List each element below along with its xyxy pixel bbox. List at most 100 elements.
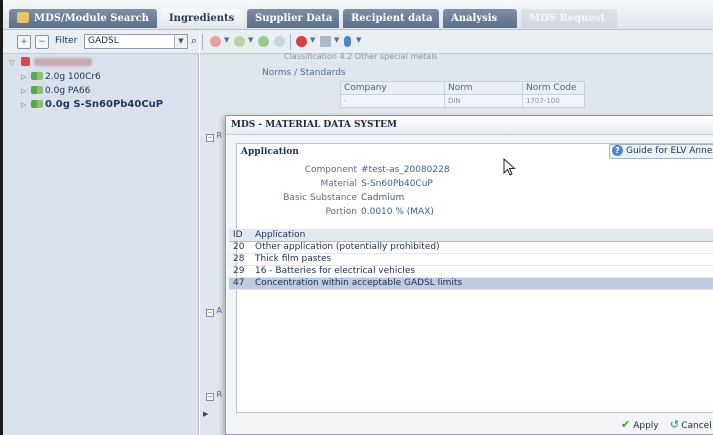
tab-bar: MDS/Module Search Ingredients Supplier D… xyxy=(3,0,713,30)
table-row[interactable]: 28 Thick film pastes xyxy=(229,253,713,266)
filter-value: GADSL xyxy=(88,36,119,46)
application-table: ID Application 20 Other application (pot… xyxy=(229,229,713,290)
row-id: 28 xyxy=(229,253,251,266)
tree-item-label: 0.0g S-Sn60Pb40CuP xyxy=(45,99,164,110)
tab-ingredients[interactable]: Ingredients xyxy=(161,9,243,28)
panel-resize-handle[interactable]: ▶ xyxy=(203,410,208,418)
table-row[interactable]: - DIN 1707-100 xyxy=(340,94,585,108)
collapse-icon: − xyxy=(206,393,214,401)
column-header-application[interactable]: Application xyxy=(251,229,713,242)
chevron-down-icon[interactable]: ▼ xyxy=(310,36,315,44)
tab-supplier-data[interactable]: Supplier Data xyxy=(247,9,339,28)
collapsed-arrow-icon[interactable]: ▷ xyxy=(21,84,31,98)
filter-label: Filter xyxy=(55,36,78,46)
collapsed-arrow-icon[interactable]: ▷ xyxy=(21,98,31,112)
delete-icon[interactable] xyxy=(210,36,221,47)
material-icon xyxy=(31,72,43,80)
column-header: Norm xyxy=(444,81,523,95)
guide-label: Guide for ELV Annex II xyxy=(626,146,713,156)
tab-label: Ingredients xyxy=(169,13,235,24)
tab-label: Analysis xyxy=(451,13,498,24)
help-icon: ? xyxy=(612,145,623,156)
cancel-button[interactable]: ↺ Cancel xyxy=(670,418,712,431)
stop-icon[interactable] xyxy=(296,36,307,47)
ingredients-tree-panel: + − Filter GADSL ▼ ⌕ ▽ ▷ 2.0g 100Cr6 ▷ 0.0… xyxy=(3,30,199,435)
tree-item-selected[interactable]: ▷ 0.0g S-Sn60Pb40CuP xyxy=(9,98,197,112)
tab-analysis[interactable]: Analysis xyxy=(443,9,517,28)
chevron-down-icon[interactable]: ▼ xyxy=(224,36,229,44)
tree-item[interactable]: ▷ 0.0g PA66 xyxy=(9,84,197,98)
dialog-title: MDS - MATERIAL DATA SYSTEM xyxy=(226,116,713,135)
chevron-down-icon[interactable]: ▼ xyxy=(334,36,339,44)
redacted-label xyxy=(34,58,92,66)
chevron-down-icon[interactable]: ▼ xyxy=(356,36,361,44)
tree-item-label: 0.0g PA66 xyxy=(45,86,91,96)
mds-dialog: MDS - MATERIAL DATA SYSTEM Application ?… xyxy=(225,115,713,435)
chevron-down-icon[interactable]: ▼ xyxy=(248,36,253,44)
row-application: 16 - Batteries for electrical vehicles xyxy=(251,265,713,278)
apply-button[interactable]: ✔ Apply xyxy=(621,418,659,431)
row-application: Thick film pastes xyxy=(251,253,713,266)
table-header-row: Company Norm Norm Code xyxy=(340,81,585,95)
material-icon xyxy=(31,100,43,108)
table-cell: 1707-100 xyxy=(522,94,585,108)
copy-icon[interactable] xyxy=(320,36,331,47)
ingredients-tree: ▽ ▷ 2.0g 100Cr6 ▷ 0.0g PA66 ▷ 0.0g S-Sn60Pb… xyxy=(9,56,197,112)
field-value: Cadmium xyxy=(361,193,405,203)
classification-text: Classification 4.2 Other special metals xyxy=(284,52,438,61)
collapse-icon: − xyxy=(206,134,214,142)
mouse-cursor-icon xyxy=(503,158,516,176)
chevron-down-icon: ▼ xyxy=(174,35,187,48)
field-label: Portion xyxy=(325,207,357,217)
tab-label: MDS Request xyxy=(529,13,605,24)
app-window: MDS/Module Search Ingredients Supplier D… xyxy=(0,0,713,435)
search-icon[interactable]: ⌕ xyxy=(191,34,197,48)
tree-root[interactable]: ▽ xyxy=(9,56,197,70)
guide-elv-annex-button[interactable]: ?Guide for ELV Annex II xyxy=(609,144,713,159)
column-header: Company xyxy=(340,81,445,95)
toolbar-separator xyxy=(290,34,291,50)
field-label: Component xyxy=(304,165,357,175)
collapse-all-button[interactable]: − xyxy=(35,35,49,49)
application-section: Application ?Guide for ELV Annex II Comp… xyxy=(229,143,713,413)
collapse-icon: − xyxy=(206,309,214,317)
section-title: Application xyxy=(241,147,299,157)
section-label: R xyxy=(216,131,223,140)
field-label: Basic Substance xyxy=(283,193,357,203)
cancel-label: Cancel xyxy=(681,421,712,431)
recycle-icon[interactable] xyxy=(258,36,269,47)
column-header: Norm Code xyxy=(522,81,585,95)
material-icon xyxy=(31,86,43,94)
main-toolbar: ▼ ▼ ▼ ▼ ▼ xyxy=(200,30,713,54)
tree-item-label: 2.0g 100Cr6 xyxy=(45,72,101,82)
checkmark-icon: ✔ xyxy=(621,418,631,431)
filter-select[interactable]: GADSL ▼ xyxy=(84,34,188,49)
tab-recipient-data[interactable]: Recipient data xyxy=(343,9,439,28)
column-header-id[interactable]: ID xyxy=(229,229,251,242)
tab-label: Supplier Data xyxy=(255,13,333,24)
row-id: 20 xyxy=(229,241,251,254)
apply-label: Apply xyxy=(633,421,659,431)
row-id: 29 xyxy=(229,265,251,278)
row-application: Other application (potentially prohibite… xyxy=(251,241,713,254)
expand-all-button[interactable]: + xyxy=(17,35,31,49)
field-value: 0.0010 % (MAX) xyxy=(361,207,434,217)
collapsed-arrow-icon[interactable]: ▷ xyxy=(21,70,31,84)
component-icon xyxy=(21,57,30,66)
table-row-selected[interactable]: 47 Concentration within acceptable GADSL… xyxy=(229,277,713,290)
row-id: 47 xyxy=(229,277,251,290)
add-icon[interactable] xyxy=(234,36,245,47)
tab-label: MDS/Module Search xyxy=(34,13,149,24)
tab-mds-request: MDS Request xyxy=(521,9,617,28)
field-value: S-Sn60Pb40CuP xyxy=(361,179,433,189)
table-row[interactable]: 29 16 - Batteries for electrical vehicle… xyxy=(229,265,713,278)
section-label: R xyxy=(216,390,223,399)
link-icon[interactable] xyxy=(274,36,285,47)
tab-mds-module-search[interactable]: MDS/Module Search xyxy=(9,9,157,28)
table-row[interactable]: 20 Other application (potentially prohib… xyxy=(229,241,713,254)
tree-item[interactable]: ▷ 2.0g 100Cr6 xyxy=(9,70,197,84)
expanded-arrow-icon[interactable]: ▽ xyxy=(9,56,19,70)
tree-toolbar: + − Filter GADSL ▼ ⌕ xyxy=(3,30,199,54)
sort-icon[interactable] xyxy=(344,36,351,47)
toolbar-separator xyxy=(202,34,203,50)
